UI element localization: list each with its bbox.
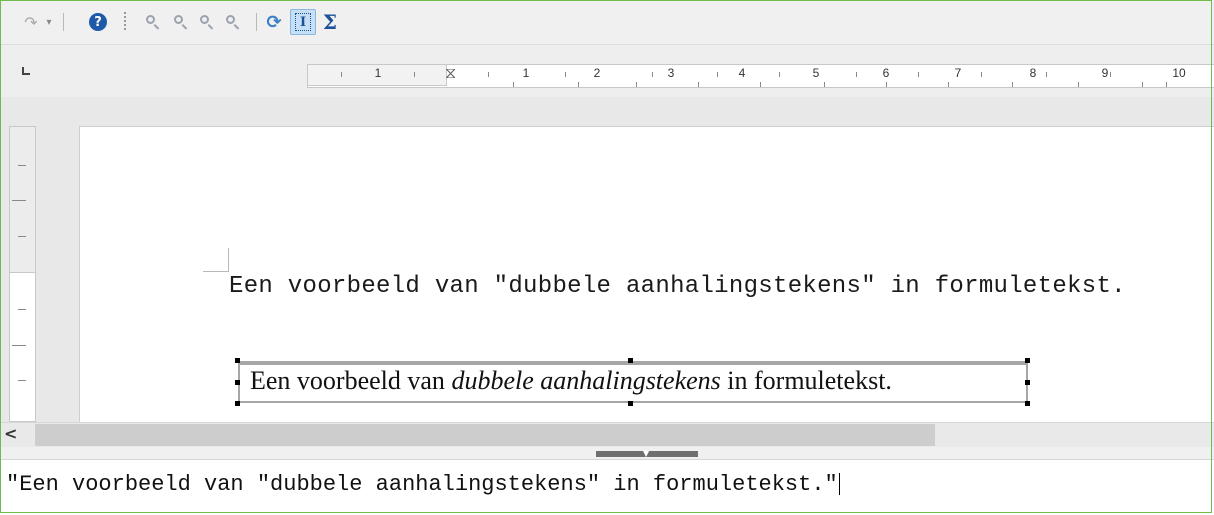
ruler-tick bbox=[981, 72, 982, 77]
redo-dropdown-button[interactable]: ▾ bbox=[42, 0, 56, 44]
show-all-button[interactable] bbox=[222, 0, 244, 44]
ruler-tick bbox=[513, 82, 514, 87]
document-text-line: Een voorbeeld van "dubbele aanhalingstek… bbox=[229, 273, 1126, 300]
ruler-tick bbox=[12, 345, 26, 346]
help-icon: ? bbox=[89, 13, 107, 31]
ruler-tick bbox=[18, 380, 26, 381]
formula-text-part: in formuletekst. bbox=[720, 366, 892, 395]
ruler-tick bbox=[488, 72, 489, 77]
ruler-tick bbox=[341, 72, 342, 77]
ruler-label: 2 bbox=[593, 66, 601, 80]
zoom-in-button[interactable] bbox=[142, 0, 164, 44]
formula-cursor-icon: I bbox=[295, 13, 311, 31]
ruler-label: 3 bbox=[667, 66, 675, 80]
ruler-tick bbox=[1012, 82, 1013, 87]
ruler-tick bbox=[717, 72, 718, 77]
toolbar: ↷ ▾ ? ⟳ I Σ bbox=[0, 0, 1214, 45]
formula-command-input[interactable]: "Een voorbeeld van "dubbele aanhalingste… bbox=[6, 472, 840, 497]
selection-handle[interactable] bbox=[1025, 380, 1030, 385]
selection-handle[interactable] bbox=[235, 380, 240, 385]
ruler-tick bbox=[1142, 82, 1143, 87]
zoom-in-icon bbox=[145, 14, 161, 30]
formula-cursor-button[interactable]: I bbox=[290, 9, 316, 35]
redo-icon: ↷ bbox=[24, 12, 38, 32]
ruler-tick bbox=[414, 72, 415, 77]
ruler-tick bbox=[12, 200, 26, 201]
show-all-icon bbox=[225, 14, 241, 30]
text-boundary-corner bbox=[203, 248, 229, 272]
indent-marker-icon[interactable]: ⧖ bbox=[445, 63, 456, 83]
ruler-tick bbox=[698, 82, 699, 87]
ruler-tick bbox=[918, 72, 919, 77]
sigma-icon: Σ bbox=[322, 10, 338, 34]
ruler-label: 7 bbox=[954, 66, 962, 80]
ruler-tick bbox=[578, 82, 579, 87]
selection-handle[interactable] bbox=[628, 358, 633, 363]
chevron-down-icon: ▾ bbox=[46, 16, 52, 28]
selection-handle[interactable] bbox=[1025, 401, 1030, 406]
ruler-tick bbox=[948, 82, 949, 87]
formula-command-value: "Een voorbeeld van "dubbele aanhalingste… bbox=[6, 472, 838, 497]
update-button[interactable]: ⟳ bbox=[262, 0, 286, 44]
zoom-100-icon bbox=[199, 14, 215, 30]
help-button[interactable]: ? bbox=[86, 0, 110, 44]
formula-rendered-text: Een voorbeeld van dubbele aanhalingsteke… bbox=[250, 366, 892, 396]
ruler-label: 8 bbox=[1029, 66, 1037, 80]
ruler-label: 6 bbox=[882, 66, 890, 80]
toolbar-separator bbox=[256, 13, 257, 31]
ruler-tick bbox=[760, 82, 761, 87]
formula-italic-text: dubbele aanhalingstekens bbox=[451, 366, 721, 395]
ruler-tick bbox=[565, 72, 566, 77]
ruler-label: 1 bbox=[374, 66, 382, 80]
selection-handle[interactable] bbox=[1025, 358, 1030, 363]
ruler-tick bbox=[18, 309, 26, 310]
formula-text-part: Een voorbeeld van bbox=[250, 366, 452, 395]
ruler-tick bbox=[779, 72, 780, 77]
chevron-down-icon[interactable]: ▼ bbox=[643, 449, 649, 458]
ruler-tick bbox=[1078, 82, 1079, 87]
toolbar-grip bbox=[124, 12, 126, 32]
ruler-label: 9 bbox=[1101, 66, 1109, 80]
ruler-tick bbox=[1166, 82, 1167, 87]
zoom-out-icon bbox=[173, 14, 189, 30]
ruler-tick bbox=[18, 236, 26, 237]
zoom-out-button[interactable] bbox=[170, 0, 192, 44]
redo-button[interactable]: ↷ bbox=[20, 0, 42, 44]
ruler-label: 5 bbox=[812, 66, 820, 80]
scrollbar-thumb[interactable] bbox=[35, 424, 935, 446]
refresh-icon: ⟳ bbox=[266, 11, 282, 33]
ruler-tick bbox=[886, 82, 887, 87]
ruler-label: 4 bbox=[738, 66, 746, 80]
selection-handle[interactable] bbox=[235, 358, 240, 363]
selection-handle[interactable] bbox=[235, 401, 240, 406]
ruler-tick bbox=[856, 72, 857, 77]
scroll-left-icon[interactable]: < bbox=[4, 424, 17, 443]
ruler-tick bbox=[824, 82, 825, 87]
ruler-tick bbox=[18, 165, 26, 166]
ruler-tick bbox=[1046, 72, 1047, 77]
ruler-tick bbox=[652, 72, 653, 77]
ruler-tick bbox=[636, 82, 637, 87]
symbols-button[interactable]: Σ bbox=[318, 0, 342, 44]
text-cursor bbox=[838, 473, 840, 496]
zoom-100-button[interactable] bbox=[196, 0, 218, 44]
ruler-label: 1 bbox=[522, 66, 530, 80]
tab-stop-selector-icon[interactable] bbox=[22, 67, 30, 75]
selection-handle[interactable] bbox=[628, 401, 633, 406]
ruler-label: 10 bbox=[1172, 66, 1186, 80]
toolbar-separator bbox=[63, 13, 64, 31]
